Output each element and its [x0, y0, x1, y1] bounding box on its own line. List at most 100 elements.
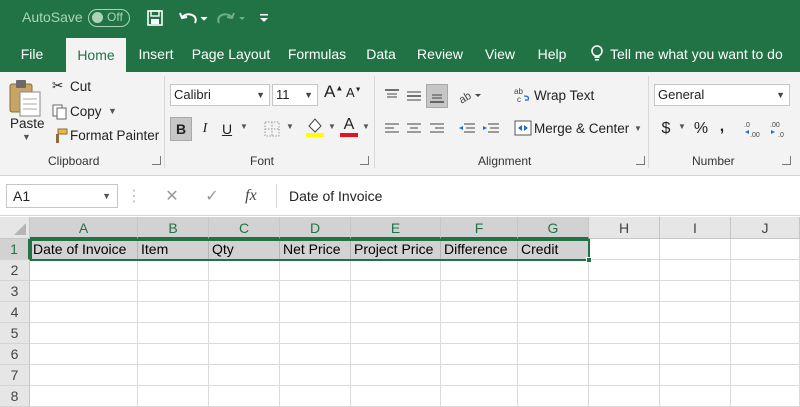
- borders-icon[interactable]: [262, 117, 282, 141]
- tab-view[interactable]: View: [478, 36, 522, 72]
- undo-icon[interactable]: [178, 8, 208, 28]
- cell-i4[interactable]: [660, 302, 731, 323]
- cell-c7[interactable]: [209, 365, 280, 386]
- column-header-i[interactable]: I: [660, 217, 731, 239]
- enter-icon[interactable]: ✓: [205, 186, 218, 206]
- cell-e1[interactable]: Project Price: [351, 239, 441, 260]
- row-header-1[interactable]: 1: [0, 239, 30, 260]
- tab-help[interactable]: Help: [530, 36, 574, 72]
- cell-a6[interactable]: [30, 344, 138, 365]
- merge-center-button[interactable]: Merge & Center: [534, 121, 629, 136]
- align-top-icon[interactable]: [382, 84, 402, 108]
- cell-a1[interactable]: Date of Invoice: [30, 239, 138, 260]
- increase-font-size-icon[interactable]: A▲: [324, 82, 343, 102]
- cell-j1[interactable]: [731, 239, 800, 260]
- tab-review[interactable]: Review: [412, 36, 468, 72]
- cell-b5[interactable]: [138, 323, 209, 344]
- redo-icon[interactable]: [216, 8, 246, 28]
- column-header-c[interactable]: C: [209, 217, 280, 239]
- cell-g6[interactable]: [518, 344, 589, 365]
- cell-d6[interactable]: [280, 344, 351, 365]
- font-color-dropdown-icon[interactable]: ▼: [362, 122, 370, 131]
- font-launcher-icon[interactable]: [360, 156, 369, 165]
- cell-d3[interactable]: [280, 281, 351, 302]
- save-icon[interactable]: [146, 8, 164, 28]
- cell-a5[interactable]: [30, 323, 138, 344]
- align-bottom-icon[interactable]: [426, 84, 448, 108]
- comma-style-button[interactable]: ,: [716, 115, 728, 139]
- cell-a2[interactable]: [30, 260, 138, 281]
- align-left-icon[interactable]: [382, 117, 402, 141]
- cell-c5[interactable]: [209, 323, 280, 344]
- cell-f7[interactable]: [441, 365, 518, 386]
- cell-d1[interactable]: Net Price: [280, 239, 351, 260]
- cancel-icon[interactable]: ✕: [165, 186, 178, 206]
- fill-handle[interactable]: [586, 257, 592, 263]
- fill-color-dropdown-icon[interactable]: ▼: [328, 122, 336, 131]
- cell-h2[interactable]: [589, 260, 660, 281]
- cell-c6[interactable]: [209, 344, 280, 365]
- column-header-e[interactable]: E: [351, 217, 441, 239]
- cell-b1[interactable]: Item: [138, 239, 209, 260]
- column-header-a[interactable]: A: [30, 217, 138, 239]
- name-box[interactable]: A1 ▼: [6, 184, 118, 208]
- cell-h7[interactable]: [589, 365, 660, 386]
- drag-handle-icon[interactable]: ⋮: [126, 186, 142, 206]
- cell-f2[interactable]: [441, 260, 518, 281]
- cell-f3[interactable]: [441, 281, 518, 302]
- row-header-5[interactable]: 5: [0, 323, 30, 344]
- cell-b6[interactable]: [138, 344, 209, 365]
- cell-j7[interactable]: [731, 365, 800, 386]
- font-color-button[interactable]: A: [338, 115, 360, 139]
- cell-e6[interactable]: [351, 344, 441, 365]
- cell-f1[interactable]: Difference: [441, 239, 518, 260]
- cell-i1[interactable]: [660, 239, 731, 260]
- customize-toolbar-icon[interactable]: [258, 8, 270, 28]
- italic-button[interactable]: I: [196, 117, 214, 141]
- column-header-h[interactable]: H: [589, 217, 660, 239]
- tab-page-layout[interactable]: Page Layout: [188, 36, 274, 72]
- increase-decimal-icon[interactable]: .0.00: [744, 117, 766, 141]
- cell-a3[interactable]: [30, 281, 138, 302]
- cell-e7[interactable]: [351, 365, 441, 386]
- cell-c2[interactable]: [209, 260, 280, 281]
- number-launcher-icon[interactable]: [782, 156, 791, 165]
- row-header-6[interactable]: 6: [0, 344, 30, 365]
- cell-g5[interactable]: [518, 323, 589, 344]
- increase-indent-icon[interactable]: [480, 117, 502, 141]
- cell-c3[interactable]: [209, 281, 280, 302]
- cell-h3[interactable]: [589, 281, 660, 302]
- align-middle-icon[interactable]: [404, 84, 424, 108]
- cell-i7[interactable]: [660, 365, 731, 386]
- cell-b3[interactable]: [138, 281, 209, 302]
- column-header-f[interactable]: F: [441, 217, 518, 239]
- row-header-2[interactable]: 2: [0, 260, 30, 281]
- tab-file[interactable]: File: [10, 36, 54, 72]
- formula-input[interactable]: Date of Invoice: [276, 184, 794, 208]
- format-painter-button[interactable]: Format Painter: [70, 128, 159, 143]
- tab-data[interactable]: Data: [360, 36, 402, 72]
- merge-dropdown-icon[interactable]: ▼: [634, 124, 642, 133]
- align-right-icon[interactable]: [426, 117, 448, 141]
- cell-g1[interactable]: Credit: [518, 239, 589, 260]
- currency-button[interactable]: $: [658, 117, 674, 141]
- cell-h6[interactable]: [589, 344, 660, 365]
- cell-g2[interactable]: [518, 260, 589, 281]
- cut-button[interactable]: Cut: [70, 79, 91, 94]
- cell-f5[interactable]: [441, 323, 518, 344]
- cell-j6[interactable]: [731, 344, 800, 365]
- row-header-3[interactable]: 3: [0, 281, 30, 302]
- borders-dropdown-icon[interactable]: ▼: [286, 122, 294, 131]
- cell-b4[interactable]: [138, 302, 209, 323]
- fill-color-icon[interactable]: [304, 115, 326, 139]
- cell-d7[interactable]: [280, 365, 351, 386]
- tab-home[interactable]: Home: [66, 38, 126, 72]
- clipboard-launcher-icon[interactable]: [152, 156, 161, 165]
- cell-h1[interactable]: [589, 239, 660, 260]
- cell-e3[interactable]: [351, 281, 441, 302]
- cell-a4[interactable]: [30, 302, 138, 323]
- copy-button[interactable]: Copy: [70, 104, 102, 119]
- cell-d2[interactable]: [280, 260, 351, 281]
- cell-j5[interactable]: [731, 323, 800, 344]
- cell-i5[interactable]: [660, 323, 731, 344]
